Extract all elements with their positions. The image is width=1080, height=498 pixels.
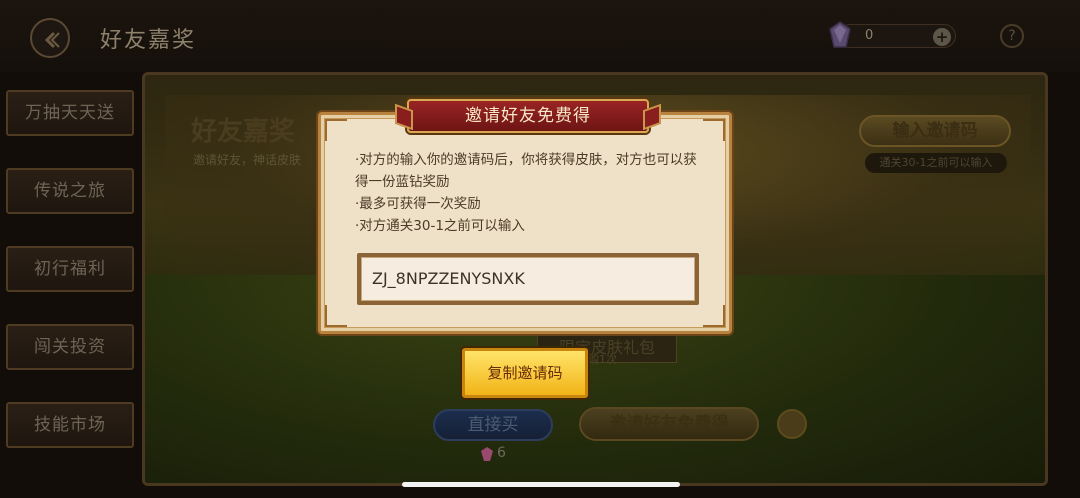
rule-line: ·对方的输入你的邀请码后，你将获得皮肤，对方也可以获得一份蓝钻奖励	[355, 152, 697, 190]
buy-direct-button[interactable]: 直接买	[433, 409, 553, 441]
purple-gem-icon	[829, 21, 851, 48]
dialog-title: 邀请好友免费得	[465, 106, 591, 126]
dialog-title-banner: 邀请好友免费得	[395, 99, 661, 133]
sidebar-item-daily-draws[interactable]: 万抽天天送	[6, 90, 134, 136]
sidebar-item-legend-journey[interactable]: 传说之旅	[6, 168, 134, 214]
refresh-icon[interactable]	[777, 409, 807, 439]
rule-line: ·最多可获得一次奖励	[355, 196, 481, 212]
main-subtitle: 邀请好友，神话皮肤	[193, 153, 302, 167]
gem-icon	[481, 447, 493, 461]
invite-dialog: 邀请好友免费得 ·对方的输入你的邀请码后，你将获得皮肤，对方也可以获得一份蓝钻奖…	[318, 99, 732, 334]
gem-balance: 0 +	[829, 21, 956, 48]
sidebar-item-skill-market[interactable]: 技能市场	[6, 402, 134, 448]
home-indicator[interactable]	[402, 482, 680, 487]
ornament-corner	[325, 305, 347, 327]
ornament-corner	[703, 119, 725, 141]
enter-code-hint: 通关30-1之前可以输入	[865, 153, 1007, 173]
copy-invite-code-button[interactable]: 复制邀请码	[462, 348, 588, 398]
sidebar-item-stage-investment[interactable]: 闯关投资	[6, 324, 134, 370]
page-title: 好友嘉奖	[100, 28, 197, 53]
top-bar: 好友嘉奖 0 + ?	[0, 0, 1080, 72]
price-value: 6	[497, 445, 506, 461]
banner-ribbon-left	[395, 103, 413, 131]
banner-ribbon-right	[643, 103, 661, 131]
rules-text: ·对方的输入你的邀请码后，你将获得皮肤，对方也可以获得一份蓝钻奖励 ·最多可获得…	[355, 149, 705, 237]
ornament-corner	[703, 305, 725, 327]
ornament-corner	[325, 119, 347, 141]
main-title: 好友嘉奖	[191, 117, 296, 147]
invite-friend-button[interactable]: 邀请好友免费得	[579, 407, 759, 441]
invite-code-value[interactable]: ZJ_8NPZZENYSNXK	[361, 257, 695, 301]
gem-count: 0	[865, 28, 874, 43]
sidebar-item-starter-benefits[interactable]: 初行福利	[6, 246, 134, 292]
invite-code-field: ZJ_8NPZZENYSNXK	[357, 253, 699, 305]
rule-line: ·对方通关30-1之前可以输入	[355, 218, 525, 234]
back-arrow-icon	[44, 31, 60, 49]
help-button[interactable]: ?	[1000, 24, 1024, 48]
enter-invite-code-button[interactable]: 输入邀请码	[859, 115, 1011, 147]
add-gem-button[interactable]: +	[933, 28, 951, 46]
back-button[interactable]	[30, 18, 70, 58]
